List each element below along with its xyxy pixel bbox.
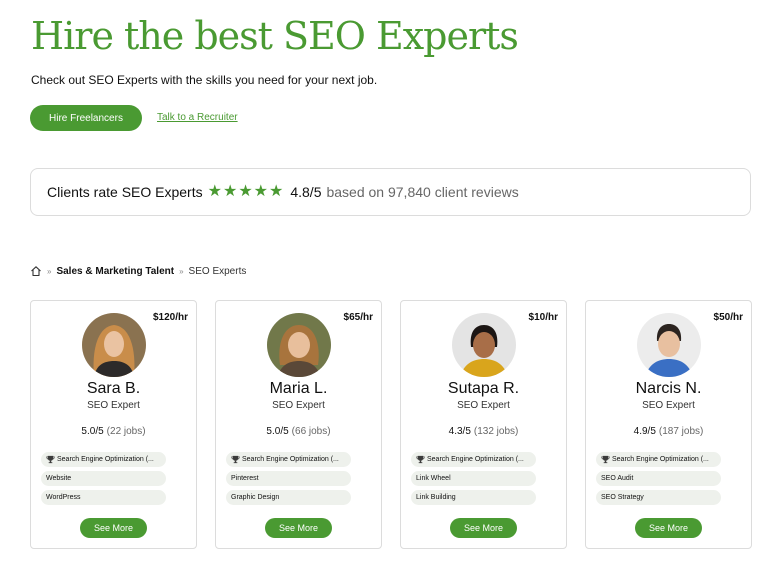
- skill-label: Link Wheel: [416, 475, 451, 482]
- freelancer-role: SEO Expert: [642, 400, 695, 411]
- see-more-button[interactable]: See More: [265, 518, 332, 538]
- trophy-icon: [46, 455, 55, 464]
- breadcrumb-current: SEO Experts: [188, 265, 247, 277]
- page-title: Hire the best SEO Experts: [31, 14, 519, 58]
- skill-pill[interactable]: Search Engine Optimization (...: [226, 452, 351, 467]
- skill-pill[interactable]: Pinterest: [226, 471, 351, 486]
- freelancer-role: SEO Expert: [87, 400, 140, 411]
- freelancer-rating: 4.3/5 (132 jobs): [401, 426, 566, 437]
- avatar: [637, 313, 701, 377]
- skill-label: Pinterest: [231, 475, 259, 482]
- freelancer-card[interactable]: $120/hr Sara B. SEO Expert 5.0/5 (22 jobs…: [30, 300, 197, 549]
- freelancer-name[interactable]: Narcis N.: [586, 380, 751, 398]
- client-rating-banner: Clients rate SEO Experts ★ ★ ★ ★ ★ 4.8/5…: [30, 168, 751, 216]
- see-more-button[interactable]: See More: [80, 518, 147, 538]
- freelancer-card[interactable]: $10/hr Sutapa R. SEO Expert 4.3/5 (132 jo…: [400, 300, 567, 549]
- job-count: (187 jobs): [658, 426, 704, 437]
- breadcrumb-separator: »: [47, 266, 52, 276]
- rating-value: 4.9/5: [633, 426, 656, 437]
- rating-label: Clients rate SEO Experts: [47, 184, 203, 200]
- star-icon: ★: [207, 183, 222, 200]
- skill-label: SEO Audit: [601, 475, 634, 482]
- rating-stars: ★ ★ ★ ★ ★: [208, 184, 285, 200]
- freelancer-card[interactable]: $50/hr Narcis N. SEO Expert 4.9/5 (187 jo…: [585, 300, 752, 549]
- hourly-rate: $10/hr: [528, 312, 558, 323]
- skill-label: WordPress: [46, 494, 81, 501]
- star-icon: ★: [269, 183, 284, 200]
- skill-pill[interactable]: Link Building: [411, 490, 536, 505]
- page-subtitle: Check out SEO Experts with the skills yo…: [31, 73, 378, 87]
- freelancer-name[interactable]: Sutapa R.: [401, 380, 566, 398]
- freelancer-rating: 5.0/5 (66 jobs): [216, 426, 381, 437]
- see-more-button[interactable]: See More: [450, 518, 517, 538]
- hire-freelancers-button[interactable]: Hire Freelancers: [30, 105, 142, 131]
- skill-pill[interactable]: Search Engine Optimization (...: [41, 452, 166, 467]
- skill-label: Search Engine Optimization (...: [57, 456, 154, 463]
- rating-value: 5.0/5: [266, 426, 289, 437]
- skill-pill[interactable]: Search Engine Optimization (...: [596, 452, 721, 467]
- rating-value: 5.0/5: [81, 426, 104, 437]
- skill-pill[interactable]: SEO Audit: [596, 471, 721, 486]
- skill-label: Search Engine Optimization (...: [427, 456, 524, 463]
- avatar: [82, 313, 146, 377]
- skill-pill[interactable]: Website: [41, 471, 166, 486]
- freelancer-role: SEO Expert: [457, 400, 510, 411]
- avatar: [452, 313, 516, 377]
- rating-score: 4.8/5: [290, 184, 322, 200]
- skill-pill[interactable]: Graphic Design: [226, 490, 351, 505]
- skill-label: Search Engine Optimization (...: [612, 456, 709, 463]
- trophy-icon: [601, 455, 610, 464]
- trophy-icon: [416, 455, 425, 464]
- skill-label: Graphic Design: [231, 494, 280, 501]
- rating-review-count: based on 97,840 client reviews: [326, 184, 519, 200]
- skill-label: Search Engine Optimization (...: [242, 456, 339, 463]
- see-more-button[interactable]: See More: [635, 518, 702, 538]
- skill-pill[interactable]: SEO Strategy: [596, 490, 721, 505]
- star-icon: ★: [238, 183, 253, 200]
- freelancer-rating: 5.0/5 (22 jobs): [31, 426, 196, 437]
- breadcrumb-separator: »: [179, 266, 184, 276]
- trophy-icon: [231, 455, 240, 464]
- freelancer-name[interactable]: Sara B.: [31, 380, 196, 398]
- home-icon[interactable]: [30, 265, 42, 277]
- rating-value: 4.3/5: [448, 426, 471, 437]
- hourly-rate: $120/hr: [152, 312, 188, 323]
- breadcrumb: » Sales & Marketing Talent » SEO Experts: [30, 265, 246, 277]
- freelancer-card[interactable]: $65/hr Maria L. SEO Expert 5.0/5 (66 jobs…: [215, 300, 382, 549]
- freelancer-rating: 4.9/5 (187 jobs): [586, 426, 751, 437]
- skill-pill[interactable]: Search Engine Optimization (...: [411, 452, 536, 467]
- star-icon: ★: [222, 183, 238, 200]
- skill-pill[interactable]: WordPress: [41, 490, 166, 505]
- skill-pill[interactable]: Link Wheel: [411, 471, 536, 486]
- avatar: [267, 313, 331, 377]
- talk-to-recruiter-link[interactable]: Talk to a Recruiter: [157, 112, 238, 123]
- job-count: (132 jobs): [473, 426, 519, 437]
- job-count: (22 jobs): [106, 426, 146, 437]
- hourly-rate: $65/hr: [343, 312, 373, 323]
- freelancer-name[interactable]: Maria L.: [216, 380, 381, 398]
- skill-label: SEO Strategy: [601, 494, 644, 501]
- job-count: (66 jobs): [291, 426, 331, 437]
- star-icon: ★: [253, 183, 268, 200]
- skill-label: Website: [46, 475, 72, 482]
- skill-label: Link Building: [416, 494, 456, 501]
- freelancer-role: SEO Expert: [272, 400, 325, 411]
- hourly-rate: $50/hr: [713, 312, 743, 323]
- breadcrumb-parent-link[interactable]: Sales & Marketing Talent: [56, 266, 174, 277]
